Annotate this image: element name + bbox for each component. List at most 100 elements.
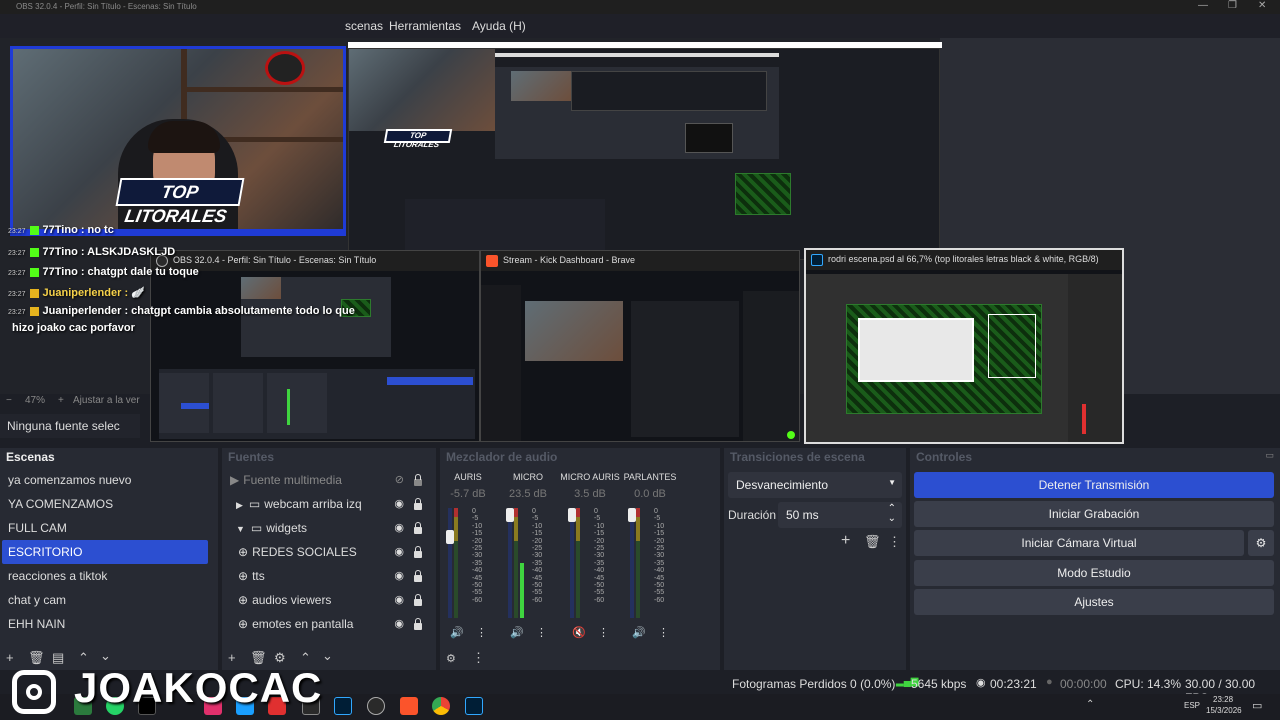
channel-menu-icon[interactable]: ⋮ — [658, 626, 669, 639]
lock-icon[interactable] — [414, 546, 422, 558]
volume-fader[interactable] — [568, 508, 576, 522]
tray-chevron-icon[interactable]: ⌃ — [1086, 699, 1094, 710]
scenes-title: Escenas — [6, 450, 55, 464]
clock-date[interactable]: 15/3/2026 — [1206, 706, 1242, 715]
channel-menu-icon[interactable]: ⋮ — [536, 626, 547, 639]
brave-taskbar-icon[interactable] — [400, 697, 418, 715]
lock-icon[interactable] — [414, 498, 422, 510]
clock-time[interactable]: 23:28 — [1213, 695, 1233, 704]
eye-icon[interactable]: ◉ — [394, 521, 404, 534]
volume-fader[interactable] — [446, 530, 454, 544]
zoom-out-button[interactable]: − — [6, 395, 12, 406]
close-button[interactable]: ✕ — [1258, 0, 1266, 11]
db-tick: -10 — [594, 522, 605, 530]
fit-to-window-button[interactable]: Ajustar a la ver — [73, 395, 140, 406]
keyboard-language[interactable]: ESP — [1184, 701, 1200, 710]
scene-item[interactable]: FULL CAM — [2, 516, 216, 540]
source-item[interactable]: ▶ Fuente multimedia ⊘ — [224, 468, 434, 492]
source-label: Fuente multimedia — [243, 473, 342, 487]
notification-icon[interactable]: ▭ — [1252, 699, 1262, 712]
expand-icon[interactable]: ▶ — [236, 500, 243, 510]
scene-item[interactable]: ya comenzamos nuevo — [2, 468, 216, 492]
source-group[interactable]: ▶ ▭ webcam arriba izq ◉ — [224, 492, 434, 516]
scene-item[interactable]: YA COMENZAMOS — [2, 492, 216, 516]
source-item[interactable]: ⊕ audios viewers ◉ — [224, 588, 434, 612]
db-scale: 0 -5 -10 -15 -20 -25 -30 -35 -40 -45 -50 -55 -60 — [594, 508, 604, 604]
kick-panel — [743, 291, 799, 441]
menu-help[interactable]: Ayuda (H) — [472, 19, 526, 33]
add-scene-button[interactable]: + — [6, 650, 14, 665]
start-recording-button[interactable]: Iniciar Grabación — [914, 501, 1274, 527]
source-item[interactable]: ⊕ tts ◉ — [224, 564, 434, 588]
lock-icon[interactable] — [414, 522, 422, 534]
photoshop-window-thumbnail[interactable]: rodri escena.psd al 66,7% (top litorales… — [804, 248, 1124, 444]
top-litorales-logo: TOP LITORALES — [115, 178, 245, 226]
start-virtual-camera-button[interactable]: Iniciar Cámara Virtual — [914, 530, 1244, 556]
volume-fader[interactable] — [628, 508, 636, 522]
remove-transition-button[interactable]: 🗑 — [864, 534, 881, 550]
lock-icon[interactable] — [414, 570, 422, 582]
settings-button[interactable]: Ajustes — [914, 589, 1274, 615]
obs-taskbar-icon[interactable] — [367, 697, 385, 715]
speaker-icon[interactable]: 🔊 — [510, 626, 524, 639]
virtual-camera-settings-button[interactable]: ⚙ — [1248, 530, 1274, 556]
ps-white-frame — [858, 318, 974, 382]
eye-icon[interactable]: ◉ — [394, 569, 404, 582]
eye-icon[interactable]: ◉ — [394, 545, 404, 558]
scene-filters-button[interactable]: ▤ — [52, 650, 64, 666]
db-tick: 0 — [532, 508, 536, 515]
source-item[interactable]: ⊕ emotes en pantalla ◉ — [224, 612, 434, 636]
lock-icon[interactable] — [414, 474, 422, 486]
hidden-eye-icon[interactable]: ⊘ — [395, 473, 404, 486]
chevron-down-icon: ▼ — [888, 478, 896, 487]
photoshop-taskbar-icon-2[interactable] — [465, 697, 483, 715]
eye-icon[interactable]: ◉ — [394, 497, 404, 510]
nested-preview-2 — [495, 67, 779, 159]
mixer-settings-icon[interactable]: ⚙ — [446, 652, 456, 665]
menu-scenes[interactable]: scenas — [345, 19, 383, 33]
menu-bar: scenas Herramientas Ayuda (H) — [0, 14, 1280, 38]
transition-select[interactable]: Desvanecimiento ▼ — [728, 472, 902, 498]
stop-streaming-button[interactable]: Detener Transmisión — [914, 472, 1274, 498]
eye-icon[interactable]: ◉ — [394, 593, 404, 606]
brave-window-thumbnail[interactable]: Stream - Kick Dashboard - Brave — [480, 250, 800, 442]
add-transition-button[interactable]: + — [841, 532, 850, 550]
channel-menu-icon[interactable]: ⋮ — [598, 626, 609, 639]
studio-mode-button[interactable]: Modo Estudio — [914, 560, 1274, 586]
channel-menu-icon[interactable]: ⋮ — [476, 626, 487, 639]
menu-tools[interactable]: Herramientas — [389, 19, 461, 33]
speaker-icon[interactable]: 🔊 — [450, 626, 464, 639]
scene-item[interactable]: EHH NAIN — [2, 612, 216, 636]
move-scene-down-button[interactable]: ⌄ — [100, 648, 111, 664]
folder-icon: ▭ — [248, 497, 261, 511]
preview-area[interactable]: TOP LITORALES OBS 32.0.4 - Perfil: Sin T… — [0, 38, 1280, 444]
duration-value: 50 ms — [786, 508, 819, 522]
source-item[interactable]: ⊕ REDES SOCIALES ◉ — [224, 540, 434, 564]
lock-icon[interactable] — [414, 618, 422, 630]
maximize-button[interactable]: ❐ — [1228, 0, 1237, 11]
scene-item[interactable]: reacciones a tiktok — [2, 564, 216, 588]
scene-item-selected[interactable]: ESCRITORIO — [2, 540, 208, 564]
eye-icon[interactable]: ◉ — [394, 617, 404, 630]
volume-fader[interactable] — [506, 508, 514, 522]
source-group[interactable]: ▼ ▭ widgets ◉ — [224, 516, 434, 540]
scene-item[interactable]: chat y cam — [2, 588, 216, 612]
chrome-taskbar-icon[interactable] — [432, 697, 450, 715]
dock-float-icon[interactable]: ▭ — [1265, 450, 1274, 461]
photoshop-taskbar-icon[interactable] — [334, 697, 352, 715]
transition-menu-icon[interactable]: ⋮ — [888, 534, 901, 550]
minimize-button[interactable]: — — [1198, 0, 1208, 11]
move-source-down-button[interactable]: ⌄ — [322, 648, 333, 664]
remove-scene-button[interactable]: 🗑 — [28, 650, 45, 666]
speaker-icon[interactable]: 🔊 — [632, 626, 646, 639]
duration-spinbox[interactable]: 50 ms ⌃ ⌄ — [778, 502, 902, 528]
add-source-button[interactable]: + — [228, 650, 236, 665]
collapse-icon[interactable]: ▼ — [236, 524, 245, 534]
mixer-menu-icon[interactable]: ⋮ — [472, 650, 485, 666]
muted-speaker-icon[interactable]: 🔇 — [572, 626, 586, 639]
zoom-in-button[interactable]: + — [58, 395, 64, 406]
lock-icon[interactable] — [414, 594, 422, 606]
window-title: OBS 32.0.4 - Perfil: Sin Título - Escena… — [16, 2, 197, 11]
chat-line: 23:27 Juaniperlender : 🪽 — [8, 286, 145, 299]
spin-down-icon[interactable]: ⌄ — [888, 513, 896, 524]
